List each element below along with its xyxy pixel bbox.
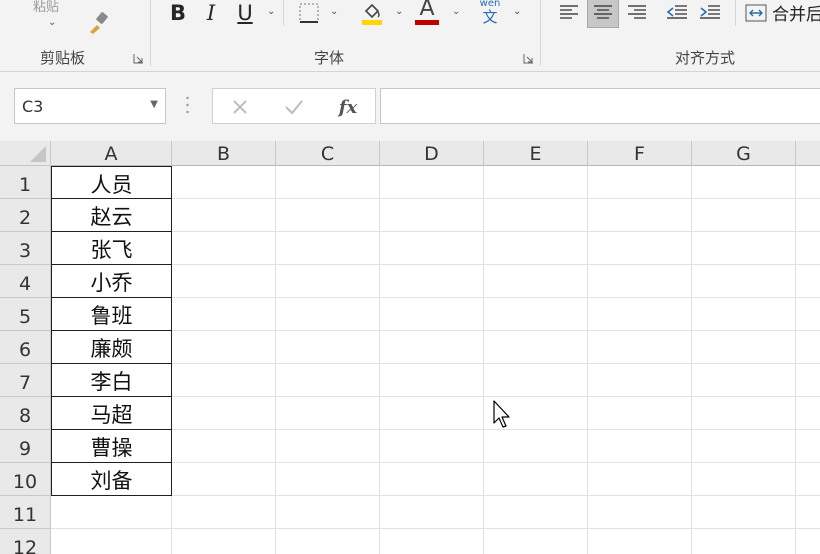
increase-indent-icon[interactable] [697,0,723,26]
merge-center-icon[interactable] [744,0,768,26]
font-color-dropdown-chevron-icon[interactable]: ⌄ [452,6,460,17]
paste-dropdown-chevron-icon[interactable]: ⌄ [48,17,56,28]
gridline [51,528,820,529]
underline-dropdown-chevron-icon[interactable]: ⌄ [267,6,275,17]
borders-icon[interactable] [296,0,322,26]
cell-a9[interactable]: 曹操 [51,430,172,463]
phonetic-dropdown-chevron-icon[interactable]: ⌄ [513,6,521,17]
phonetic-guide-button[interactable]: wén 文 [476,0,504,26]
cell-a2[interactable]: 赵云 [51,199,172,232]
divider [735,0,736,26]
column-header-d[interactable]: D [380,141,484,166]
underline-button[interactable]: U [233,0,257,26]
enter-check-icon[interactable] [279,95,309,119]
font-color-button[interactable]: A [413,0,441,26]
row-header[interactable]: 9 [0,430,51,463]
clipboard-launcher-icon[interactable] [133,53,144,64]
decrease-indent-icon[interactable] [664,0,690,26]
row-header[interactable]: 12 [0,529,51,554]
row-header[interactable]: 2 [0,199,51,232]
align-right-icon[interactable] [624,0,650,26]
name-box-dropdown-icon[interactable]: ▼ [150,99,158,110]
column-header-h[interactable] [796,141,820,166]
formula-bar-row: C3 ▼ fx [0,73,820,137]
divider [283,0,284,26]
cancel-icon[interactable] [225,95,255,119]
row-header[interactable]: 11 [0,496,51,529]
fill-color-dropdown-chevron-icon[interactable]: ⌄ [395,6,403,17]
cell-a3[interactable]: 张飞 [51,232,172,265]
mouse-pointer-icon [493,400,510,428]
clipboard-group-label: 剪贴板 [40,49,86,67]
name-box-value: C3 [22,97,44,116]
font-color-swatch [415,20,439,25]
cell-a7[interactable]: 李白 [51,364,172,397]
row-header[interactable]: 4 [0,265,51,298]
formula-input[interactable] [380,88,820,124]
column-header-f[interactable]: F [588,141,692,166]
cell-a1[interactable]: 人员 [51,166,172,199]
cell-a5[interactable]: 鲁班 [51,298,172,331]
column-header-a[interactable]: A [51,141,172,166]
select-all-corner[interactable] [0,141,51,166]
align-left-icon[interactable] [556,0,582,26]
row-header[interactable]: 1 [0,166,51,199]
font-launcher-icon[interactable] [523,53,534,64]
row-header[interactable]: 5 [0,298,51,331]
italic-button[interactable]: I [200,0,222,26]
cell-a4[interactable]: 小乔 [51,265,172,298]
cell-a10[interactable]: 刘备 [51,463,172,496]
spreadsheet-grid: A B C D E F G 1 2 3 4 5 6 7 8 9 10 11 12 [0,141,820,554]
row-header[interactable]: 10 [0,463,51,496]
bold-button[interactable]: B [166,0,190,26]
merge-center-label[interactable]: 合并后 [772,0,820,25]
font-group-label: 字体 [314,49,345,67]
align-center-icon[interactable] [587,0,619,28]
excel-window: 粘贴 ⌄ 剪贴板 B I U ⌄ ⌄ ⌄ A ⌄ wén 文 ⌄ 字体 合并后 … [0,0,820,554]
formula-buttons: fx [212,88,376,124]
column-header-c[interactable]: C [276,141,380,166]
group-divider [150,0,151,66]
font-color-a-icon: A [419,0,435,21]
insert-function-button[interactable]: fx [333,95,363,119]
borders-dropdown-chevron-icon[interactable]: ⌄ [330,6,338,17]
alignment-group-label: 对齐方式 [675,49,736,67]
format-painter-icon[interactable] [84,8,114,38]
row-header[interactable]: 3 [0,232,51,265]
paste-label[interactable]: 粘贴 [33,0,59,15]
cell-a8[interactable]: 马超 [51,397,172,430]
column-header-g[interactable]: G [692,141,796,166]
row-header[interactable]: 6 [0,331,51,364]
row-header[interactable]: 7 [0,364,51,397]
group-divider [540,0,541,66]
fill-color-icon[interactable] [358,0,386,26]
drag-handle-icon[interactable] [186,95,189,115]
ribbon: 粘贴 ⌄ 剪贴板 B I U ⌄ ⌄ ⌄ A ⌄ wén 文 ⌄ 字体 合并后 … [0,0,820,72]
name-box[interactable]: C3 ▼ [14,88,166,124]
cell-a6[interactable]: 廉颇 [51,331,172,364]
column-header-b[interactable]: B [172,141,276,166]
row-header[interactable]: 8 [0,397,51,430]
phonetic-char-text: 文 [482,8,498,26]
column-header-e[interactable]: E [484,141,588,166]
